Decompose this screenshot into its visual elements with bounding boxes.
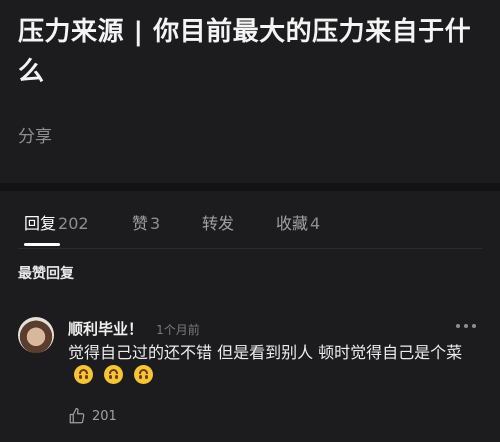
tab-favorites-count: 4	[310, 214, 321, 233]
tab-likes[interactable]: 赞3	[132, 210, 160, 234]
comment-item: 顺利毕业！ 1个月前 觉得自己过的还不错 但是看到别人 顿时觉得自己是个菜 20…	[0, 309, 500, 442]
upside-down-face-emoji-icon	[134, 365, 154, 384]
tab-likes-count: 3	[150, 214, 161, 233]
tab-favorites-label: 收藏	[276, 214, 309, 233]
tab-replies-count: 202	[58, 214, 89, 233]
tab-reposts-label: 转发	[202, 214, 235, 233]
post-header: 压力来源 | 你目前最大的压力来自于什么 分享	[0, 0, 500, 183]
upside-down-face-emoji-icon	[74, 365, 93, 384]
like-count: 201	[92, 408, 117, 424]
tab-bar: 回复 202 赞3 转发 收藏 4	[0, 191, 500, 249]
thumbs-up-icon	[69, 407, 85, 424]
comment-text: 觉得自己过的还不错 但是看到别人 顿时觉得自己是个菜	[68, 343, 463, 362]
share-button[interactable]: 分享	[18, 122, 52, 147]
upside-down-face-emoji-icon	[104, 365, 124, 384]
section-title: 最赞回复	[18, 266, 74, 282]
section-divider	[0, 183, 500, 191]
tab-reposts[interactable]: 转发	[202, 210, 236, 234]
tab-replies-label: 回复	[24, 214, 57, 233]
author-name[interactable]: 顺利毕业！	[68, 320, 143, 338]
post-title: 压力来源 | 你目前最大的压力来自于什么	[18, 17, 472, 87]
like-button[interactable]: 201	[68, 407, 117, 425]
more-options-icon[interactable]	[456, 321, 476, 331]
comment-body: 觉得自己过的还不错 但是看到别人 顿时觉得自己是个菜	[68, 341, 478, 387]
comment-timestamp: 1个月前	[156, 323, 200, 337]
tab-favorites[interactable]: 收藏 4	[276, 210, 320, 234]
tab-likes-label: 赞	[132, 214, 149, 233]
tab-replies[interactable]: 回复 202	[24, 210, 89, 234]
avatar[interactable]	[18, 317, 54, 353]
comment-meta: 顺利毕业！ 1个月前	[68, 318, 200, 339]
tabs-divider	[18, 248, 482, 249]
comments-panel: 回复 202 赞3 转发 收藏 4 最赞回复 顺利毕业！ 1个月前 觉得自己过的还不…	[0, 191, 500, 442]
active-tab-indicator	[24, 243, 60, 246]
